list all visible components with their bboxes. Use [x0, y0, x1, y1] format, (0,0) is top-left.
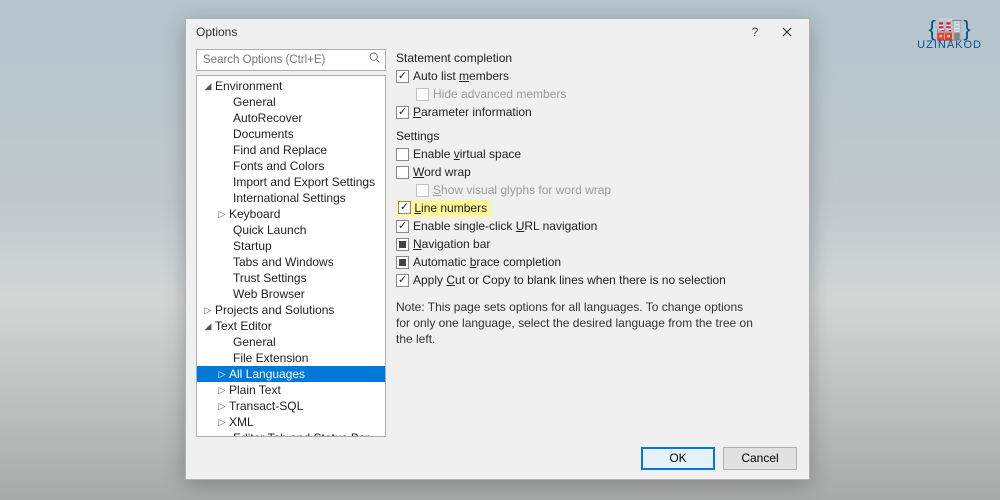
search-box[interactable] [196, 49, 386, 71]
dialog-footer: OK Cancel [186, 437, 809, 479]
help-button[interactable]: ? [739, 21, 771, 43]
tree-item[interactable]: Trust Settings [197, 270, 385, 286]
tree-item[interactable]: Quick Launch [197, 222, 385, 238]
close-icon [782, 27, 792, 37]
hide-adv-checkbox [416, 88, 429, 101]
search-icon [368, 51, 381, 69]
tree-item[interactable]: AutoRecover [197, 110, 385, 126]
hide-adv-label: Hide advanced members [433, 87, 566, 101]
tree-plain-text[interactable]: ▷Plain Text [197, 382, 385, 398]
brand-watermark: {🏭} UZINAKOD [917, 18, 982, 51]
tree-item[interactable]: International Settings [197, 190, 385, 206]
nav-bar-checkbox[interactable] [396, 238, 409, 251]
tree-item[interactable]: Tabs and Windows [197, 254, 385, 270]
brand-text: UZINAKOD [917, 39, 982, 51]
tree-item[interactable]: Documents [197, 126, 385, 142]
tree-item[interactable]: General [197, 334, 385, 350]
auto-list-label: Auto list members [413, 69, 509, 83]
glyphs-label: Show visual glyphs for word wrap [433, 183, 611, 197]
virtual-space-checkbox[interactable] [396, 148, 409, 161]
line-numbers-highlight: Line numbers [396, 200, 491, 217]
tree-item[interactable]: General [197, 94, 385, 110]
tree-item[interactable]: Fonts and Colors [197, 158, 385, 174]
line-numbers-checkbox[interactable] [398, 201, 411, 214]
brand-icon: {🏭} [917, 18, 982, 40]
brace-checkbox[interactable] [396, 256, 409, 269]
cutcopy-label: Apply Cut or Copy to blank lines when th… [413, 273, 726, 287]
word-wrap-checkbox[interactable] [396, 166, 409, 179]
param-info-checkbox[interactable] [396, 106, 409, 119]
dialog-title: Options [196, 25, 739, 39]
brace-label: Automatic brace completion [413, 255, 561, 269]
cancel-button[interactable]: Cancel [723, 447, 797, 470]
close-button[interactable] [771, 21, 803, 43]
tree-item[interactable]: Editor Tab and Status Bar [197, 430, 385, 437]
nav-bar-label: Navigation bar [413, 237, 490, 251]
settings-panel: Statement completion Auto list members H… [396, 49, 799, 437]
tree-item[interactable]: Import and Export Settings [197, 174, 385, 190]
tree-xml[interactable]: ▷XML [197, 414, 385, 430]
tree-all-languages[interactable]: ▷All Languages [197, 366, 385, 382]
note-text: Note: This page sets options for all lan… [396, 299, 756, 348]
tree-item[interactable]: Web Browser [197, 286, 385, 302]
param-info-label: Parameter information [413, 105, 532, 119]
tree-item[interactable]: Startup [197, 238, 385, 254]
tree-environment[interactable]: ◢Environment [197, 78, 385, 94]
tree-item[interactable]: File Extension [197, 350, 385, 366]
cutcopy-checkbox[interactable] [396, 274, 409, 287]
tree-tsql[interactable]: ▷Transact-SQL [197, 398, 385, 414]
options-dialog: Options ? ◢Environment General AutoRecov… [185, 18, 810, 480]
ok-button[interactable]: OK [641, 447, 715, 470]
search-input[interactable] [201, 53, 368, 67]
tree-projects[interactable]: ▷Projects and Solutions [197, 302, 385, 318]
single-click-url-checkbox[interactable] [396, 220, 409, 233]
glyphs-checkbox [416, 184, 429, 197]
titlebar: Options ? [186, 19, 809, 45]
auto-list-checkbox[interactable] [396, 70, 409, 83]
options-tree[interactable]: ◢Environment General AutoRecover Documen… [196, 75, 386, 437]
left-pane: ◢Environment General AutoRecover Documen… [196, 49, 386, 437]
settings-heading: Settings [396, 129, 795, 143]
line-numbers-label: Line numbers [414, 201, 487, 215]
word-wrap-label: Word wrap [413, 165, 471, 179]
single-click-url-label: Enable single-click URL navigation [413, 219, 597, 233]
tree-item[interactable]: Find and Replace [197, 142, 385, 158]
tree-texteditor[interactable]: ◢Text Editor [197, 318, 385, 334]
virtual-space-label: Enable virtual space [413, 147, 521, 161]
statement-heading: Statement completion [396, 51, 795, 65]
tree-keyboard[interactable]: ▷Keyboard [197, 206, 385, 222]
